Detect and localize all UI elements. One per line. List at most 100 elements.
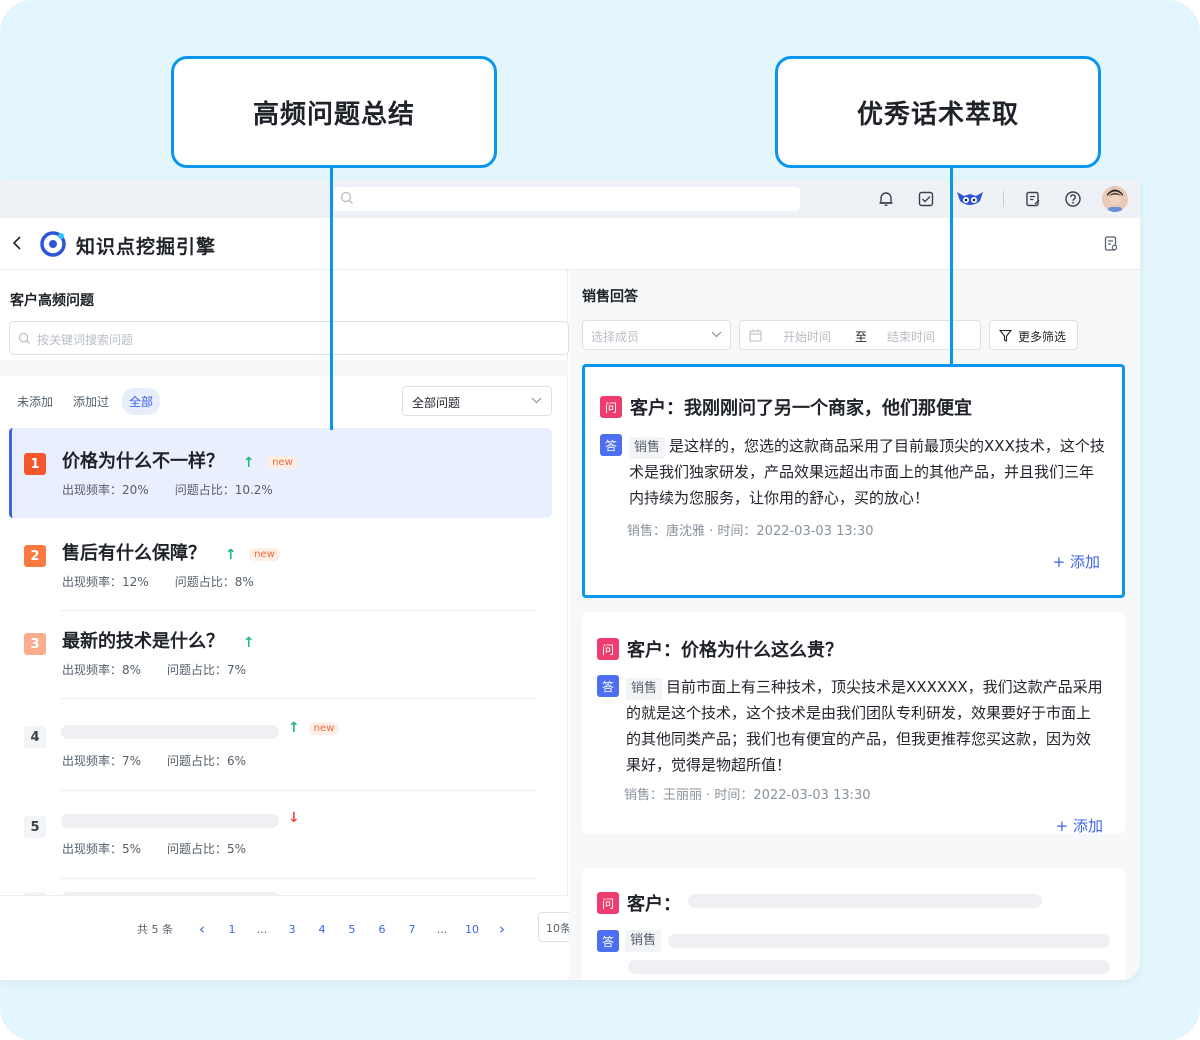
question-marks: ↓ bbox=[288, 810, 300, 826]
question-marks: ↑ new bbox=[288, 720, 340, 736]
answer-card: 问 客户： 答 销售 bbox=[582, 868, 1125, 980]
question-search-input[interactable]: 按关键词搜索问题 bbox=[9, 321, 569, 355]
app-title: 知识点挖掘引擎 bbox=[76, 236, 217, 258]
note-edit-icon[interactable] bbox=[1022, 188, 1044, 210]
prev-page-button[interactable]: ‹ bbox=[187, 920, 217, 938]
rank-badge: 5 bbox=[24, 816, 46, 838]
question-type-select[interactable]: 全部问题 bbox=[402, 386, 552, 416]
search-placeholder: 按关键词搜索问题 bbox=[37, 333, 134, 347]
trend-down-icon: ↓ bbox=[288, 810, 300, 826]
new-badge: new bbox=[308, 721, 340, 735]
range-separator: 至 bbox=[855, 330, 868, 344]
check-square-icon[interactable] bbox=[915, 188, 937, 210]
question-item[interactable]: 5 ↓ 出现频率：5% 问题占比：5% bbox=[9, 790, 552, 880]
trend-up-icon: ↑ bbox=[224, 547, 237, 563]
add-button[interactable]: + 添加 bbox=[1056, 815, 1103, 836]
add-button[interactable]: + 添加 bbox=[1053, 551, 1100, 572]
filter-tabs: 未添加 添加过 全部 bbox=[10, 388, 161, 415]
filter-icon bbox=[999, 329, 1012, 342]
question-text: 客户：我刚刚问了另一个商家，他们那便宜 bbox=[630, 398, 972, 419]
sales-answer: 答 销售 bbox=[597, 930, 665, 952]
question-stats: 出现频率：8% 问题占比：7% bbox=[62, 661, 272, 678]
share: 问题占比：10.2% bbox=[174, 483, 273, 497]
page-ellipsis[interactable]: ... bbox=[427, 923, 457, 936]
answer-meta: 销售：王丽丽 · 时间：2022-03-03 13:30 bbox=[624, 788, 871, 803]
question-item[interactable]: 3 最新的技术是什么？ ↑ 出现频率：8% 问题占比：7% bbox=[9, 608, 552, 698]
page-button[interactable]: 5 bbox=[337, 923, 367, 936]
frequency: 出现频率：12% bbox=[62, 575, 149, 589]
member-placeholder: 选择成员 bbox=[591, 330, 640, 344]
question-badge: 问 bbox=[597, 638, 619, 660]
page-button[interactable]: 6 bbox=[367, 923, 397, 936]
sales-answers-panel: 销售回答 选择成员 开始时间 至 结束时间 更多筛选 问 客户：我刚刚问了另一个… bbox=[569, 270, 1140, 980]
customer-question: 问 客户： bbox=[597, 890, 681, 916]
more-filter-button[interactable]: 更多筛选 bbox=[989, 320, 1078, 350]
page-button[interactable]: 3 bbox=[277, 923, 307, 936]
top-bar bbox=[0, 180, 1140, 218]
next-page-button[interactable]: › bbox=[487, 920, 517, 938]
question-text: 最新的技术是什么？ bbox=[62, 631, 224, 652]
page-ellipsis[interactable]: ... bbox=[247, 923, 277, 936]
section-divider bbox=[0, 360, 568, 376]
member-select[interactable]: 选择成员 bbox=[582, 320, 731, 350]
app-header: 知识点挖掘引擎 bbox=[0, 218, 1140, 270]
pagination: 共 5 条 ‹ 1 ... 3 4 5 6 7 ... 10 › 10条 bbox=[0, 895, 578, 980]
question-text: 售后有什么保障？ bbox=[62, 543, 206, 564]
callout-best-script-extraction: 优秀话术萃取 bbox=[775, 56, 1101, 168]
bell-icon[interactable] bbox=[875, 188, 897, 210]
global-search-input[interactable] bbox=[334, 187, 800, 211]
tab-added[interactable]: 添加过 bbox=[66, 388, 116, 415]
back-icon[interactable] bbox=[12, 235, 22, 251]
answer-text-placeholder bbox=[628, 960, 1110, 974]
mascot-icon[interactable] bbox=[955, 188, 985, 210]
rank-badge: 2 bbox=[24, 545, 46, 567]
question-item[interactable]: 4 ↑ new 出现频率：7% 问题占比：6% bbox=[9, 698, 552, 788]
calendar-icon bbox=[749, 329, 762, 342]
callout-high-frequency-summary: 高频问题总结 bbox=[171, 56, 497, 168]
user-avatar[interactable] bbox=[1102, 186, 1128, 212]
frequency: 出现频率：7% bbox=[62, 754, 142, 768]
question-stats: 出现频率：20% 问题占比：10.2% bbox=[62, 481, 299, 498]
frequency: 出现频率：8% bbox=[62, 663, 142, 677]
page-button[interactable]: 1 bbox=[217, 923, 247, 936]
answer-text: 目前市面上有三种技术，顶尖技术是XXXXXX，我们这款产品采用的就是这个技术，这… bbox=[626, 678, 1103, 774]
share: 问题占比：6% bbox=[167, 754, 247, 768]
new-badge: new bbox=[249, 547, 280, 561]
trend-up-icon: ↑ bbox=[242, 455, 255, 471]
answer-badge: 答 bbox=[600, 434, 622, 456]
question-badge: 问 bbox=[600, 396, 622, 418]
more-filter-label: 更多筛选 bbox=[1018, 330, 1067, 344]
question-badge: 问 bbox=[597, 892, 619, 914]
start-date-placeholder: 开始时间 bbox=[783, 330, 832, 344]
customer-question: 问 客户：我刚刚问了另一个商家，他们那便宜 bbox=[600, 394, 972, 420]
page-button[interactable]: 10 bbox=[457, 923, 487, 936]
callout-connector-right bbox=[950, 166, 953, 364]
high-frequency-questions-panel: 客户高频问题 按关键词搜索问题 未添加 添加过 全部 全部问题 1 价格为什么不… bbox=[0, 270, 578, 980]
page-button[interactable]: 7 bbox=[397, 923, 427, 936]
customer-question: 问 客户：价格为什么这么贵？ bbox=[597, 636, 843, 662]
pagination-controls: 共 5 条 ‹ 1 ... 3 4 5 6 7 ... 10 › bbox=[137, 920, 517, 938]
chevron-down-icon bbox=[531, 397, 542, 404]
answer-badge: 答 bbox=[597, 930, 619, 952]
page-button[interactable]: 4 bbox=[307, 923, 337, 936]
panel-title: 客户高频问题 bbox=[10, 293, 94, 309]
frequency: 出现频率：5% bbox=[62, 842, 142, 856]
sales-tag: 销售 bbox=[625, 930, 662, 952]
help-icon[interactable] bbox=[1062, 188, 1084, 210]
question-text-placeholder bbox=[688, 894, 1042, 908]
question-item[interactable]: 2 售后有什么保障？ ↑ new 出现频率：12% 问题占比：8% bbox=[9, 520, 552, 610]
document-icon[interactable] bbox=[1104, 236, 1118, 252]
sales-tag: 销售 bbox=[626, 678, 663, 700]
rank-badge: 1 bbox=[24, 453, 46, 475]
question-title: 售后有什么保障？ ↑ new bbox=[62, 539, 280, 565]
share: 问题占比：7% bbox=[167, 663, 247, 677]
date-range-picker[interactable]: 开始时间 至 结束时间 bbox=[739, 320, 981, 350]
tab-not-added[interactable]: 未添加 bbox=[10, 388, 60, 415]
question-text: 价格为什么不一样？ bbox=[62, 451, 224, 472]
question-item[interactable]: 1 价格为什么不一样？ ↑ new 出现频率：20% 问题占比：10.2% bbox=[9, 428, 552, 518]
search-icon bbox=[340, 191, 353, 204]
tab-all[interactable]: 全部 bbox=[122, 388, 161, 415]
callout-connector-left bbox=[330, 166, 333, 430]
question-title-placeholder bbox=[61, 725, 279, 739]
rank-badge: 4 bbox=[24, 726, 46, 748]
